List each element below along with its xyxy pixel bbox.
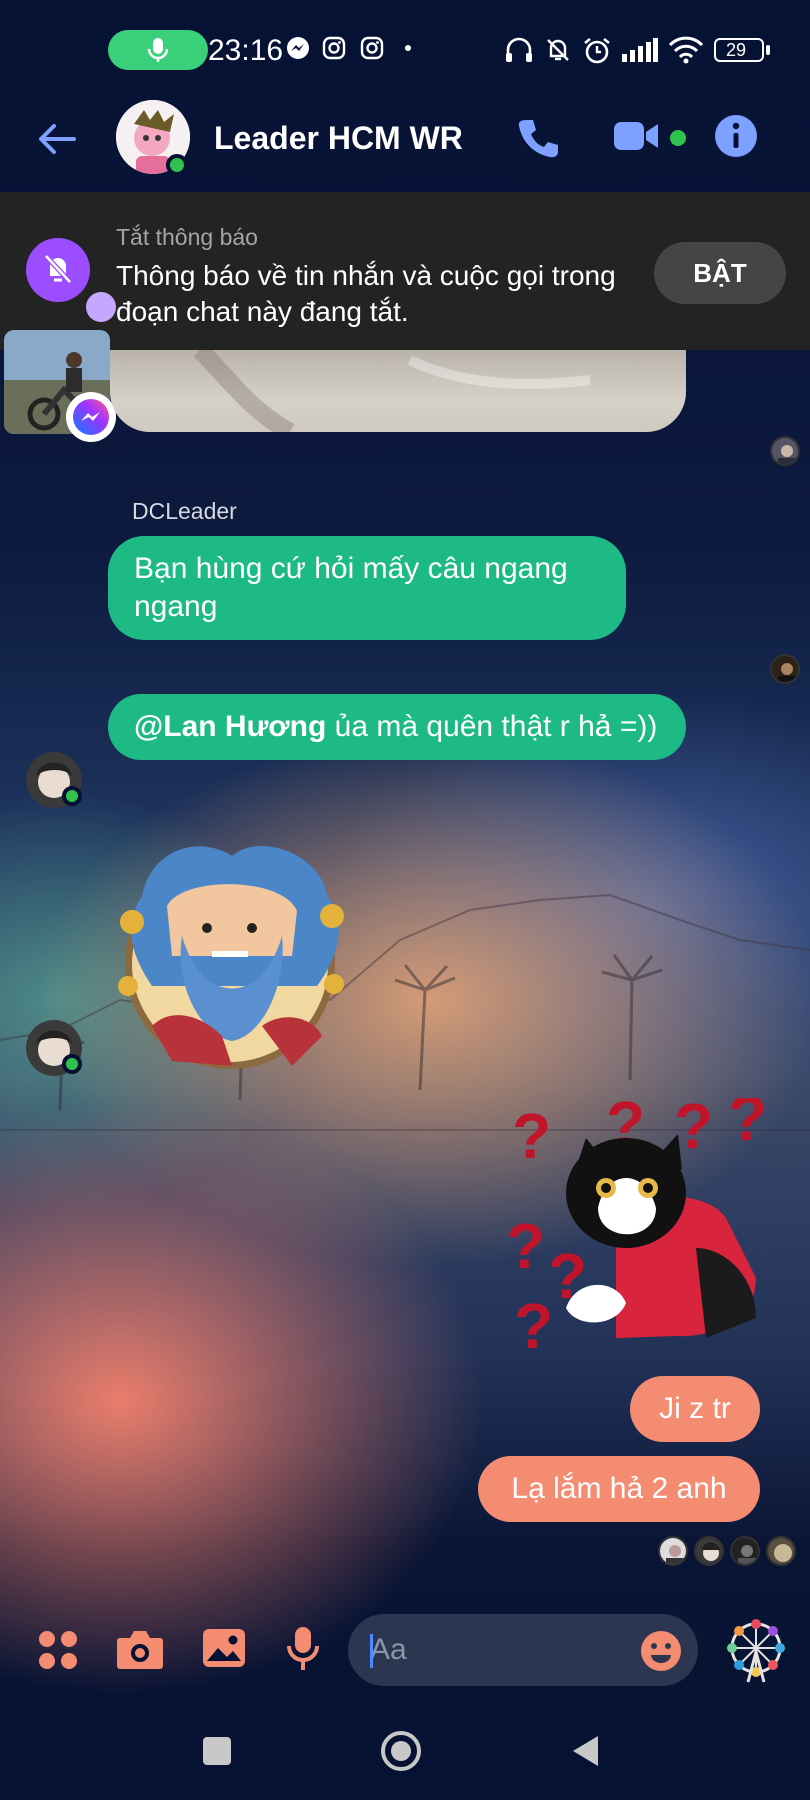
read-receipt-avatar (730, 1536, 760, 1566)
outgoing-message-bubble[interactable]: Ji z tr (630, 1376, 760, 1442)
home-button[interactable] (380, 1730, 422, 1772)
text-cursor (370, 1634, 373, 1668)
chat-title[interactable]: Leader HCM WR (214, 120, 463, 157)
gallery-icon[interactable] (202, 1628, 246, 1668)
banner-icon-container (26, 238, 90, 302)
chat-header: Leader HCM WR (0, 96, 810, 192)
status-bar: 23:16 29 (0, 0, 810, 96)
muted-bell-icon (44, 254, 72, 284)
reaction-dot (86, 292, 116, 322)
read-receipt-avatar (766, 1536, 796, 1566)
battery-icon: 29 (714, 38, 764, 62)
battery-tip (766, 45, 770, 55)
online-status-dot (62, 786, 82, 806)
back-button[interactable] (570, 1734, 602, 1768)
recent-apps-button[interactable] (202, 1736, 232, 1766)
wifi-icon (668, 36, 704, 64)
battery-level: 29 (726, 40, 747, 60)
read-receipt-avatar (770, 654, 800, 684)
photo-message-image (193, 350, 591, 432)
video-active-dot (670, 130, 686, 146)
voice-message-mic-icon[interactable] (286, 1626, 320, 1672)
photo-message-bubble[interactable] (110, 350, 686, 432)
more-notifications-dot-icon (405, 45, 411, 51)
instagram-notification-icon (322, 36, 346, 60)
sender-name: DCLeader (132, 498, 237, 524)
signal-icon (622, 38, 658, 62)
svg-text:?: ? (514, 1290, 553, 1358)
system-navigation-bar (0, 1706, 810, 1800)
read-receipt-avatar (694, 1536, 724, 1566)
instagram-notification-icon (360, 36, 384, 60)
headphones-icon (506, 37, 532, 62)
voice-call-icon[interactable] (516, 116, 560, 160)
mic-icon (147, 38, 169, 62)
user-mention-link[interactable]: @Lan Hương (134, 710, 326, 743)
messenger-badge (66, 392, 116, 442)
message-composer (0, 1596, 810, 1706)
mute-notification-banner: Tắt thông báo Thông báo về tin nhắn và c… (0, 192, 810, 350)
info-icon[interactable] (714, 114, 758, 158)
svg-text:?: ? (728, 1098, 767, 1154)
wizard-sticker[interactable] (112, 836, 352, 1076)
alarm-icon (584, 37, 610, 64)
banner-message: Thông báo về tin nhắn và cuộc gọi trong … (116, 260, 616, 327)
incoming-message-bubble[interactable]: Bạn hùng cứ hỏi mấy câu ngang ngang (108, 536, 626, 640)
outgoing-message-bubble[interactable]: Lạ lắm hả 2 anh (478, 1456, 760, 1522)
svg-text:?: ? (506, 1210, 545, 1282)
status-time: 23:16 (208, 34, 284, 67)
back-arrow-icon[interactable] (36, 118, 78, 160)
read-receipt-avatar (658, 1536, 688, 1566)
banner-title: Tắt thông báo (116, 224, 258, 250)
turn-on-notifications-button[interactable]: BẬT (654, 242, 786, 304)
messenger-icon (73, 399, 109, 435)
video-call-icon[interactable] (612, 118, 660, 154)
read-receipt-avatar (770, 436, 800, 466)
online-status-dot (166, 154, 188, 176)
emoji-icon[interactable] (640, 1630, 682, 1672)
message-text: ủa mà quên thật r hả =)) (326, 710, 658, 743)
incoming-message-bubble[interactable]: @Lan Hương ủa mà quên thật r hả =)) (108, 694, 686, 760)
mute-bell-icon (547, 39, 569, 61)
confused-cat-sticker[interactable]: ???? ???? (506, 1098, 770, 1358)
online-status-dot (62, 1054, 82, 1074)
ferris-wheel-sticker-icon[interactable] (724, 1618, 788, 1684)
svg-text:?: ? (512, 1100, 551, 1172)
mic-active-indicator (108, 30, 208, 70)
messenger-notification-icon (287, 37, 309, 59)
camera-icon[interactable] (116, 1628, 164, 1670)
more-actions-icon[interactable] (38, 1630, 78, 1670)
